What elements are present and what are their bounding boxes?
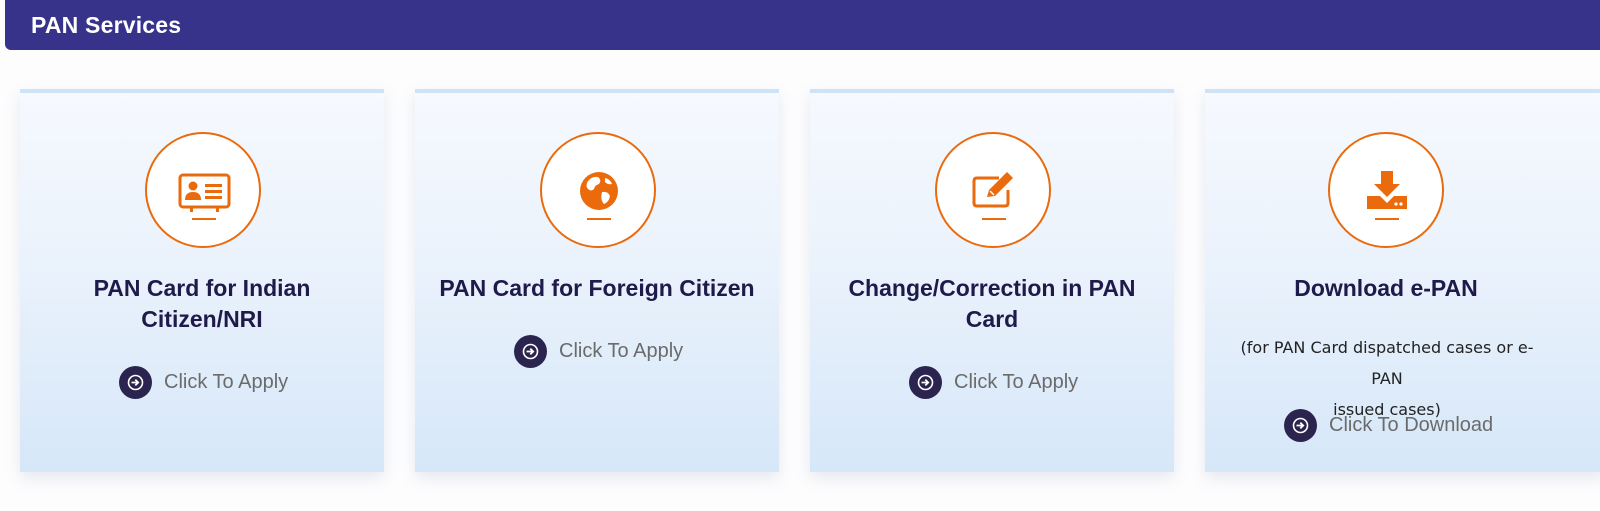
arrow-right-circle-icon bbox=[909, 366, 942, 399]
id-card-icon bbox=[145, 132, 261, 248]
card-change-correction: Change/Correction in PAN Card Click To A… bbox=[810, 89, 1174, 472]
action-label: Click To Apply bbox=[954, 371, 1079, 393]
arrow-right-circle-icon bbox=[514, 335, 547, 368]
card-title: PAN Card for Foreign Citizen bbox=[439, 275, 755, 301]
card-foreign-citizen: PAN Card for Foreign Citizen Click To Ap… bbox=[415, 89, 779, 472]
globe-icon bbox=[540, 132, 656, 248]
click-to-download-link[interactable]: Click To Download bbox=[1284, 409, 1493, 442]
edit-icon bbox=[935, 132, 1051, 248]
action-label: Click To Download bbox=[1329, 414, 1494, 436]
download-icon bbox=[1328, 132, 1444, 248]
action-label: Click To Apply bbox=[559, 340, 684, 362]
card-title: Download e-PAN bbox=[1294, 275, 1478, 301]
arrow-right-circle-icon bbox=[1284, 409, 1317, 442]
page-title: PAN Services bbox=[31, 11, 182, 38]
action-label: Click To Apply bbox=[164, 371, 289, 393]
card-title: PAN Card for Indian Citizen/NRI bbox=[93, 275, 311, 332]
arrow-right-circle-icon bbox=[119, 366, 152, 399]
click-to-apply-link[interactable]: Click To Apply bbox=[119, 366, 288, 399]
card-download-epan: Download e-PAN (for PAN Card dispatched … bbox=[1205, 89, 1600, 472]
header-bar: PAN Services bbox=[5, 0, 1600, 50]
click-to-apply-link[interactable]: Click To Apply bbox=[514, 335, 683, 368]
page: PAN Services PAN Card for Indian Citizen… bbox=[0, 0, 1600, 511]
card-title: Change/Correction in PAN Card bbox=[848, 275, 1136, 332]
click-to-apply-link[interactable]: Click To Apply bbox=[909, 366, 1078, 399]
card-indian-citizen: PAN Card for Indian Citizen/NRI Click To… bbox=[20, 89, 384, 472]
